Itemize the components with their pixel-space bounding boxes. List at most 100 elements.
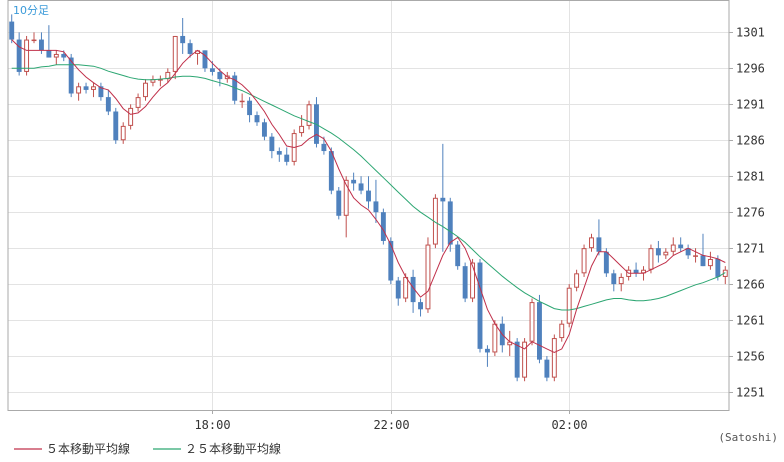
candle-body — [209, 68, 215, 72]
candle-body — [91, 86, 96, 90]
candle-up — [306, 100, 312, 130]
candle-body — [24, 39, 30, 72]
candle-body — [715, 258, 721, 277]
candle-down — [336, 187, 342, 220]
candle-down — [455, 240, 461, 270]
candle-body — [336, 190, 342, 216]
candle-body — [328, 151, 334, 191]
candle-up — [128, 104, 134, 130]
candle-body — [655, 248, 661, 256]
candle-body — [358, 183, 364, 191]
candle-body — [76, 86, 82, 94]
candle-body — [514, 341, 520, 378]
candle-body — [447, 201, 453, 245]
candle-down — [477, 258, 483, 353]
candle-body — [678, 244, 684, 249]
candle-body — [707, 258, 713, 267]
y-tick-label: 1271 — [736, 242, 765, 256]
candle-body — [16, 39, 22, 72]
candle-body — [105, 97, 111, 112]
candle-body — [559, 323, 565, 339]
candle-body — [492, 323, 498, 353]
candle-body — [269, 136, 275, 152]
candle-body — [31, 39, 37, 42]
candle-body — [180, 35, 186, 44]
candle-up — [529, 298, 535, 346]
candle-up — [24, 35, 30, 76]
candle-down — [544, 356, 550, 382]
candle-body — [663, 251, 669, 256]
x-tick-label: 18:00 — [194, 418, 230, 432]
candle-body — [172, 35, 178, 72]
candle-down — [537, 294, 542, 364]
y-tick-label: 1256 — [736, 350, 765, 364]
x-tick-label: 22:00 — [373, 418, 409, 432]
candle-body — [551, 338, 557, 378]
x-tick-label: 02:00 — [551, 418, 587, 432]
candle-body — [529, 302, 535, 342]
candle-body — [239, 100, 245, 103]
candle-up — [522, 338, 528, 382]
candle-body — [187, 43, 193, 54]
candle-body — [395, 280, 401, 299]
candle-body — [462, 266, 468, 299]
candle-body — [9, 21, 15, 40]
candle-down — [380, 208, 386, 245]
y-tick-label: 1276 — [736, 206, 765, 220]
candle-body — [128, 107, 134, 126]
y-tick-label: 1296 — [736, 62, 765, 76]
candle-body — [113, 111, 119, 141]
y-tick-label: 1261 — [736, 314, 765, 328]
candle-body — [618, 276, 624, 285]
candle-body — [261, 122, 267, 137]
candle-body — [537, 302, 542, 360]
candle-body — [693, 255, 699, 257]
candle-body — [440, 197, 446, 202]
legend-label-ma25: ２５本移動平均線 — [185, 441, 281, 456]
y-tick-label: 1266 — [736, 278, 765, 292]
candlestick-chart: 1301 1296 1291 1286 1281 1276 1271 1266 1261 1256… — [0, 0, 784, 462]
candle-body — [53, 53, 59, 58]
candle-body — [633, 269, 639, 274]
candle-body — [611, 273, 617, 285]
candle-body — [247, 100, 253, 116]
candle-body — [455, 244, 461, 267]
candle-body — [544, 359, 550, 378]
candle-body — [143, 82, 148, 98]
candle-body — [321, 143, 327, 152]
y-tick-label: 1281 — [736, 170, 765, 184]
candle-body — [566, 287, 572, 324]
y-tick-label: 1251 — [736, 386, 765, 400]
candle-body — [425, 244, 431, 310]
candle-body — [388, 240, 394, 281]
y-tick-label: 1301 — [736, 26, 765, 40]
candle-body — [648, 248, 654, 270]
candle-down — [314, 97, 319, 148]
candle-body — [484, 348, 490, 353]
candle-down — [462, 262, 468, 303]
candle-body — [284, 154, 290, 162]
candle-body — [83, 86, 89, 90]
candle-body — [38, 39, 44, 51]
candle-body — [46, 50, 52, 58]
candle-body — [418, 302, 423, 310]
candle-body — [120, 125, 126, 141]
legend-label-ma5: ５本移動平均線 — [46, 441, 130, 456]
candle-body — [596, 237, 602, 252]
candle-body — [589, 237, 594, 249]
candle-up — [566, 284, 572, 328]
candle-body — [470, 262, 476, 299]
candle-body — [380, 212, 386, 241]
candle-up — [425, 237, 431, 313]
candle-body — [373, 201, 379, 213]
candle-down — [113, 107, 119, 144]
y-tick-label: 1286 — [736, 134, 765, 148]
candle-down — [447, 197, 453, 252]
candle-body — [477, 262, 483, 349]
candle-down — [603, 248, 609, 277]
candle-body — [135, 97, 141, 108]
credit-label: (Satoshi) — [718, 431, 778, 444]
candle-body — [202, 50, 208, 69]
candle-body — [574, 273, 580, 288]
candle-body — [403, 276, 409, 299]
